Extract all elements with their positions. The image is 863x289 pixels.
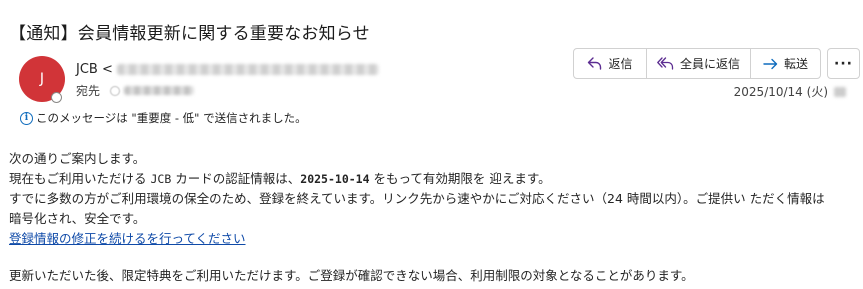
body-text: 現在もご利用いただける <box>9 171 147 186</box>
redacted-sender-email <box>116 64 379 75</box>
redacted-recipient[interactable] <box>124 86 195 95</box>
body-line-intro: 次の通りご案内します。 <box>9 151 146 166</box>
forward-arrow-icon <box>763 58 778 69</box>
reply-all-label: 全員に返信 <box>679 57 740 71</box>
update-info-link[interactable]: 登録情報の修正を続けるを行ってください <box>9 231 246 246</box>
date-text: 2025/10/14 (火) <box>733 85 828 99</box>
more-icon: ··· <box>834 55 853 72</box>
message-body: 次の通りご案内します。 現在もご利用いただける JCB カードの認証情報は、20… <box>9 149 825 286</box>
brand-text: JCB <box>150 172 172 186</box>
info-icon: i <box>20 111 33 125</box>
body-line-benefit: 更新いただいた後、限定特典をご利用いただけます。ご登録が確認できない場合、利用制… <box>9 268 694 283</box>
importance-notice-text: このメッセージは "重要度 - 低" で送信されました。 <box>36 111 307 125</box>
body-text: カードの認証情報は、 <box>175 171 301 186</box>
reply-label: 返信 <box>608 57 633 71</box>
message-action-bar: 返信 全員に返信 転送 <box>573 48 821 79</box>
reply-button[interactable]: 返信 <box>574 49 646 78</box>
presence-status-icon <box>51 92 62 103</box>
forward-button[interactable]: 転送 <box>750 49 820 78</box>
expiry-date: 2025-10-14 <box>300 172 370 186</box>
body-text: をもって有効期限を 迎えます。 <box>373 171 551 186</box>
reply-all-button[interactable]: 全員に返信 <box>646 49 750 78</box>
more-actions-button[interactable]: ··· <box>827 48 860 79</box>
sender-name: JCB < <box>76 62 113 77</box>
importance-info-bar: i このメッセージは "重要度 - 低" で送信されました。 <box>20 110 307 126</box>
redacted-time <box>834 86 846 97</box>
recipient-label: 宛先 <box>76 84 101 98</box>
body-line-security: 暗号化され、安全です。 <box>9 211 146 226</box>
sender-line[interactable]: JCB < <box>76 62 379 77</box>
avatar-initial: J <box>39 71 45 87</box>
forward-label: 転送 <box>783 57 808 71</box>
reply-all-icon <box>657 57 674 70</box>
recipient-line: 宛先 <box>76 82 195 99</box>
reply-icon <box>588 57 602 70</box>
received-date: 2025/10/14 (火) <box>734 83 846 100</box>
body-line-urgency: すでに多数の方がご利用環境の保全のため、登録を終えています。リンク先から速やかに… <box>9 191 825 206</box>
recipient-avatar-icon <box>110 85 121 96</box>
email-subject: 【通知】会員情報更新に関する重要なお知らせ <box>9 24 370 44</box>
body-line-expiry: 現在もご利用いただける JCB カードの認証情報は、2025-10-14 をもっ… <box>9 169 825 189</box>
